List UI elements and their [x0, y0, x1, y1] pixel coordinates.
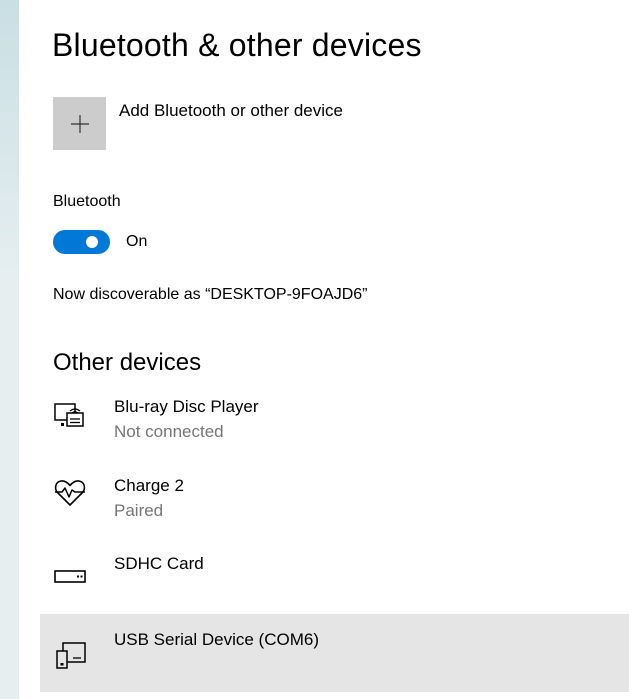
- device-name: SDHC Card: [114, 554, 204, 573]
- device-item-blu-ray-disc-player[interactable]: Blu-ray Disc Player Not connected: [40, 392, 629, 464]
- serial-device-icon: [56, 642, 86, 669]
- left-nav-accent: [0, 0, 19, 280]
- bluetooth-toggle-state: On: [126, 233, 148, 250]
- add-device-button[interactable]: [53, 97, 106, 150]
- page-title: Bluetooth & other devices: [52, 27, 422, 63]
- memory-card-icon: [54, 570, 86, 583]
- device-name: USB Serial Device (COM6): [114, 630, 319, 649]
- heart-rate-icon: [54, 480, 86, 506]
- other-devices-heading: Other devices: [53, 349, 202, 376]
- discoverable-status: Now discoverable as “DESKTOP-9FOAJD6”: [53, 286, 368, 303]
- media-player-icon: [54, 403, 84, 427]
- add-device-label[interactable]: Add Bluetooth or other device: [119, 101, 343, 121]
- device-status: Paired: [114, 501, 164, 520]
- device-name: Charge 2: [114, 476, 184, 495]
- left-nav-edge: [0, 0, 19, 699]
- device-item-usb-serial-device[interactable]: USB Serial Device (COM6): [40, 614, 629, 692]
- bluetooth-toggle[interactable]: [53, 230, 110, 254]
- plus-icon: [70, 114, 89, 133]
- device-name: Blu-ray Disc Player: [114, 397, 259, 416]
- toggle-knob: [86, 236, 98, 248]
- device-item-charge-2[interactable]: Charge 2 Paired: [40, 471, 629, 543]
- device-status: Not connected: [114, 422, 224, 441]
- device-item-sdhc-card[interactable]: SDHC Card: [40, 549, 629, 621]
- bluetooth-heading: Bluetooth: [53, 193, 121, 210]
